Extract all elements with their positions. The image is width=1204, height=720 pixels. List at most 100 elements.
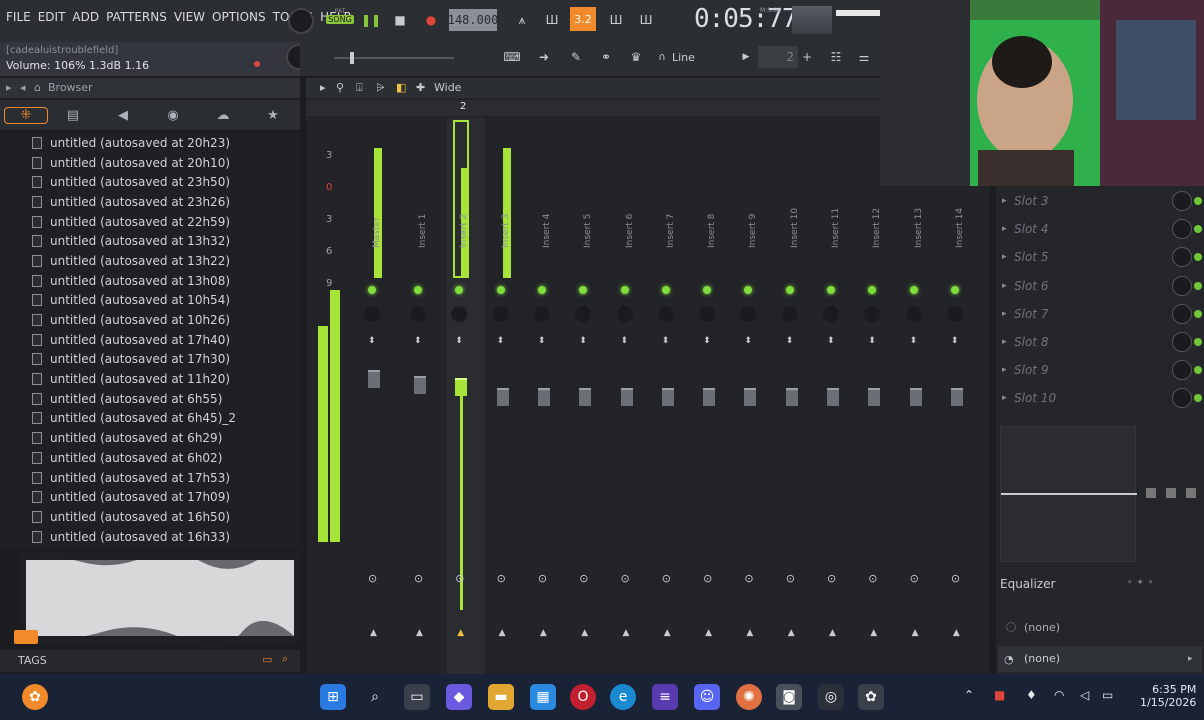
track-mute-led[interactable] [537,286,546,294]
menu-view[interactable]: VIEW [174,10,205,24]
track-swap-icon[interactable]: ⬍ [455,336,463,346]
opera-icon[interactable]: O [570,684,596,710]
track-mute-led[interactable] [744,286,753,294]
mixer-menu-icon[interactable]: ⚲ [336,81,344,94]
track-volume-fader[interactable] [661,388,674,406]
track-mute-led[interactable] [661,286,670,294]
track-mute-led[interactable] [414,286,422,294]
track-swap-icon[interactable]: ⬍ [703,336,711,346]
mixer-track[interactable]: Insert 4 ⬍ ⊙ ▲ [530,118,568,674]
mixer-track[interactable]: Insert 7 ⬍ ⊙ ▲ [654,118,692,674]
copilot-icon[interactable]: ◆ [446,684,472,710]
preview-playhead[interactable] [14,630,38,644]
step-edit-icon[interactable]: Ш [604,9,628,31]
track-swap-icon[interactable]: ⬍ [538,336,546,346]
track-pan-knob[interactable] [740,306,757,322]
track-pan-knob[interactable] [657,306,674,322]
link-icon[interactable]: ⚭ [594,46,618,68]
search-icon[interactable]: ⌕ [282,652,288,666]
slot-arrow-icon[interactable]: ▸ [1002,196,1007,206]
file-item[interactable]: untitled (autosaved at 6h29) [0,428,300,448]
fx-slot[interactable]: ▸ Slot 7 [996,300,1204,328]
eq-fader-high[interactable] [1186,488,1196,498]
cloud-icon[interactable]: ☁ [198,108,248,123]
slot-enable-led[interactable] [1194,253,1202,262]
track-stereo-knob[interactable]: ⊙ [744,572,753,585]
file-item[interactable]: untitled (autosaved at 10h54) [0,291,300,311]
tray-chevron-icon[interactable]: ⌃ [964,688,974,702]
slot-mix-knob[interactable] [1172,247,1192,268]
mixer-track[interactable]: Master ⬍ ⊙ ▲ [360,118,398,674]
track-swap-icon[interactable]: ⬍ [368,336,376,346]
slot-enable-led[interactable] [1194,366,1202,375]
track-mute-led[interactable] [703,286,712,294]
file-item[interactable]: untitled (autosaved at 17h30) [0,350,300,370]
track-pan-knob[interactable] [410,306,426,322]
song-time-display[interactable]: 0:05:77 [694,4,798,34]
track-pan-knob[interactable] [946,306,963,322]
track-pan-knob[interactable] [451,306,468,322]
task-view-icon[interactable]: ▭ [404,684,430,710]
all-files-icon[interactable]: ⁜ [4,106,48,124]
brush-icon[interactable]: ✎ [564,46,588,68]
eq-faders[interactable] [1142,426,1200,562]
track-pan-knob[interactable] [364,306,380,322]
track-stereo-knob[interactable]: ⊙ [786,572,795,585]
track-volume-fader[interactable] [703,388,716,406]
browser-menu-icon[interactable]: ◂ [20,81,26,94]
file-item[interactable]: untitled (autosaved at 13h08) [0,271,300,291]
mixer-layout-icon[interactable]: ◧ [396,81,406,94]
track-volume-fader[interactable] [950,388,963,406]
track-swap-icon[interactable]: ⬍ [662,336,670,346]
track-stereo-knob[interactable]: ⊙ [951,572,960,585]
eq-knobs[interactable]: ⚬ ✦ ⚬ [1126,578,1154,588]
track-swap-icon[interactable]: ⬍ [414,336,422,346]
pitch-slider[interactable] [334,52,454,64]
file-item[interactable]: untitled (autosaved at 17h40) [0,330,300,350]
track-route-arrow-icon[interactable]: ▲ [912,628,919,638]
master-volume-knob[interactable] [288,8,314,34]
file-item[interactable]: untitled (autosaved at 17h53) [0,468,300,488]
track-mute-led[interactable] [827,286,835,294]
fl-taskbar-icon[interactable]: ✿ [858,684,884,710]
track-pan-knob[interactable] [823,306,839,322]
track-stereo-knob[interactable]: ⊙ [579,572,588,585]
media-icon[interactable]: ≡ [652,684,678,710]
mixer-view-label[interactable]: Wide [434,81,461,94]
file-item[interactable]: untitled (autosaved at 20h23) [0,133,300,153]
slot-arrow-icon[interactable]: ▸ [1002,337,1007,347]
track-pan-knob[interactable] [864,306,881,322]
snap-select[interactable]: Line [672,46,732,68]
pitch-slider-handle[interactable] [350,52,354,64]
track-mute-led[interactable] [368,286,376,294]
track-pan-knob[interactable] [905,306,922,322]
track-route-arrow-icon[interactable]: ▲ [705,628,712,638]
eq-fader-low[interactable] [1146,488,1156,498]
mixer-track[interactable]: Insert 5 ⬍ ⊙ ▲ [571,118,609,674]
file-item[interactable]: untitled (autosaved at 22h59) [0,212,300,232]
fx-slot[interactable]: ▸ Slot 3 [996,187,1204,215]
mixer-track[interactable]: Insert 12 ⬍ ⊙ ▲ [860,118,898,674]
slot-mix-knob[interactable] [1172,360,1192,381]
track-stereo-knob[interactable]: ⊙ [538,572,547,585]
slot-arrow-icon[interactable]: ▸ [1002,281,1007,291]
track-route-arrow-icon[interactable]: ▲ [499,628,506,638]
track-volume-fader[interactable] [620,388,633,406]
microphone-icon[interactable]: ♦ [1026,688,1037,702]
track-mute-led[interactable] [785,286,794,294]
add-track-icon[interactable]: ✚ [416,81,425,94]
track-swap-icon[interactable]: ⬍ [744,336,752,346]
search-taskbar-icon[interactable]: ⌕ [362,684,388,710]
mixer-track[interactable]: Insert 3 ⬍ ⊙ ▲ [489,118,527,674]
track-swap-icon[interactable]: ⬍ [827,336,835,346]
track-volume-fader[interactable] [744,388,757,406]
mixer-pin-icon[interactable]: ⍗ [356,81,363,95]
step-value-field[interactable]: 2 [758,46,798,68]
track-stereo-knob[interactable]: ⊙ [703,572,712,585]
slot-arrow-icon[interactable]: ▸ [1002,252,1007,262]
file-item[interactable]: untitled (autosaved at 6h02) [0,448,300,468]
track-route-arrow-icon[interactable]: ▲ [581,628,588,638]
track-route-arrow-icon[interactable]: ▲ [416,628,423,638]
track-volume-fader[interactable] [414,376,426,394]
input-route-icon[interactable] [1006,622,1016,632]
